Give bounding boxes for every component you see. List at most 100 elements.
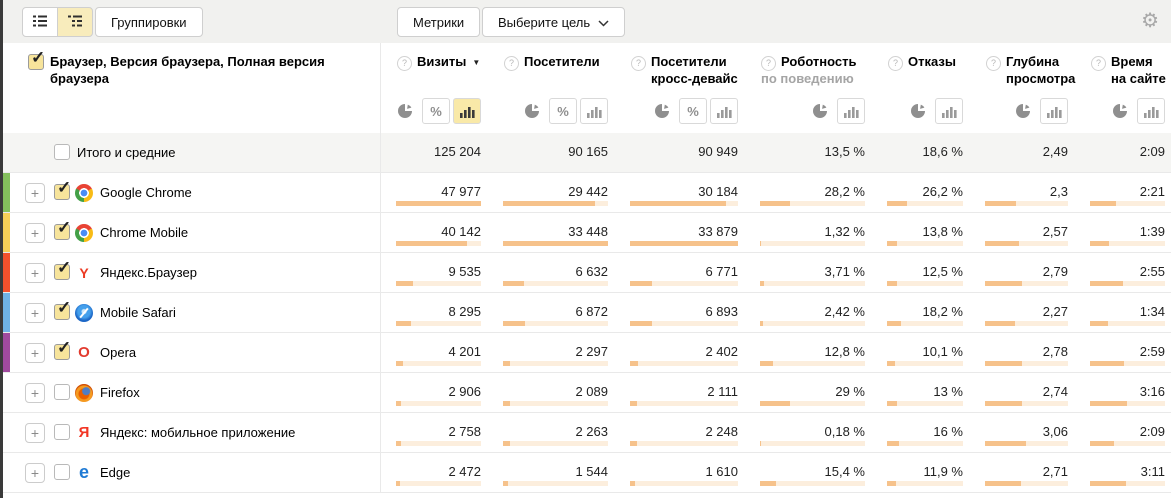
sort-desc-icon[interactable]: ▼: [472, 58, 480, 67]
cell-bar-track: [630, 481, 738, 486]
column-label-bounces[interactable]: Отказы: [908, 54, 956, 71]
cell-bar-fill: [887, 361, 895, 366]
expand-button[interactable]: +: [25, 463, 45, 483]
table-row: +OOpera4 2012 2972 40212,8 %10,1 %2,782:…: [3, 333, 1171, 373]
bar-chart-icon[interactable]: [1137, 98, 1165, 124]
cell-bar-track: [630, 281, 738, 286]
expand-button[interactable]: +: [25, 263, 45, 283]
row-checkbox[interactable]: [54, 144, 70, 160]
cell-bar-track: [887, 401, 963, 406]
cell-bar-fill: [396, 481, 400, 486]
row-checkbox[interactable]: [54, 184, 70, 200]
help-icon[interactable]: ?: [397, 56, 412, 71]
column-label-robotness[interactable]: Роботность: [781, 54, 857, 71]
bar-chart-icon[interactable]: [710, 98, 738, 124]
pie-chart-icon[interactable]: [518, 98, 546, 124]
cell-visits: 4 201: [381, 333, 488, 372]
cell-visits: 125 204: [381, 133, 488, 172]
cell-value: 47 977: [441, 184, 481, 199]
cell-visitors: 2 297: [488, 333, 615, 372]
cell-bar-fill: [396, 361, 403, 366]
cell-bar-fill: [503, 401, 510, 406]
cell-bar-track: [396, 401, 481, 406]
expand-button[interactable]: +: [25, 183, 45, 203]
cell-value: 29 %: [835, 384, 865, 399]
row-checkbox[interactable]: [54, 424, 70, 440]
goal-select-button[interactable]: Выберите цель: [482, 7, 625, 37]
row-checkbox[interactable]: [54, 464, 70, 480]
metrics-button[interactable]: Метрики: [397, 7, 480, 37]
column-label-time_on_site[interactable]: Время на сайте: [1111, 54, 1166, 88]
cell-value: 3,06: [1043, 424, 1068, 439]
pie-chart-icon[interactable]: [648, 98, 676, 124]
cell-bar-fill: [760, 241, 761, 246]
cell-bar-fill: [396, 241, 467, 246]
cell-value: 3:11: [1141, 464, 1165, 479]
percent-icon[interactable]: %: [422, 98, 450, 124]
expand-button[interactable]: +: [25, 423, 45, 443]
bar-chart-icon[interactable]: [837, 98, 865, 124]
column-label-visits[interactable]: Визиты: [417, 54, 466, 71]
pie-chart-icon[interactable]: [1106, 98, 1134, 124]
percent-icon[interactable]: %: [549, 98, 577, 124]
pie-chart-icon[interactable]: [904, 98, 932, 124]
row-checkbox[interactable]: [54, 224, 70, 240]
bar-chart-icon[interactable]: [1040, 98, 1068, 124]
column-label-cross_device[interactable]: Посетители кросс-девайс: [651, 54, 738, 88]
bar-chart-icon[interactable]: [935, 98, 963, 124]
cell-value: 2,3: [1050, 184, 1068, 199]
pie-chart-icon[interactable]: [806, 98, 834, 124]
cell-bounces: 18,6 %: [872, 133, 970, 172]
cell-visitors: 90 165: [488, 133, 615, 172]
cell-bar-fill: [1090, 441, 1114, 446]
help-icon[interactable]: ?: [888, 56, 903, 71]
row-checkbox[interactable]: [54, 344, 70, 360]
expand-button[interactable]: +: [25, 223, 45, 243]
help-icon[interactable]: ?: [761, 56, 776, 71]
cell-value: 2,74: [1043, 384, 1068, 399]
pie-chart-icon[interactable]: [1009, 98, 1037, 124]
help-icon[interactable]: ?: [631, 56, 646, 71]
dimension-checkbox[interactable]: [28, 54, 44, 70]
cell-bar-fill: [1090, 481, 1126, 486]
row-checkbox[interactable]: [54, 304, 70, 320]
cell-bar-fill: [760, 321, 763, 326]
cell-depth: 2,78: [970, 333, 1075, 372]
cell-bar-track: [760, 201, 865, 206]
settings-gear-icon[interactable]: ⚙: [1141, 10, 1159, 32]
yandex-browser-icon: Y: [75, 264, 93, 282]
cell-value: 2:55: [1140, 264, 1165, 279]
help-icon[interactable]: ?: [504, 56, 519, 71]
cell-bar-fill: [985, 201, 1016, 206]
tree-view-button[interactable]: [57, 7, 93, 37]
expand-button[interactable]: +: [25, 303, 45, 323]
row-label: Яндекс.Браузер: [100, 265, 197, 280]
cell-value: 11,9 %: [923, 464, 963, 479]
pie-chart-icon[interactable]: [391, 98, 419, 124]
view-toggle-group: [22, 7, 93, 37]
groupings-button[interactable]: Группировки: [95, 7, 203, 37]
column-label-visitors[interactable]: Посетители: [524, 54, 600, 71]
cell-value: 13,8 %: [923, 224, 963, 239]
list-view-button[interactable]: [22, 7, 58, 37]
percent-icon[interactable]: %: [679, 98, 707, 124]
column-label-depth[interactable]: Глубина просмотра: [1006, 54, 1075, 88]
expand-button[interactable]: +: [25, 343, 45, 363]
bar-chart-icon[interactable]: [453, 98, 481, 124]
cell-value: 2 472: [448, 464, 481, 479]
help-icon[interactable]: ?: [1091, 56, 1106, 71]
cell-bar-fill: [1090, 361, 1124, 366]
cell-bar-fill: [503, 481, 508, 486]
row-checkbox[interactable]: [54, 384, 70, 400]
goal-select-label: Выберите цель: [498, 15, 590, 30]
row-checkbox[interactable]: [54, 264, 70, 280]
cell-bar-track: [887, 481, 963, 486]
cell-robotness: 13,5 %: [745, 133, 872, 172]
metric-headers: ? Визиты ▼%? Посетители%? Посетители кросс-д…: [380, 43, 1171, 133]
bar-chart-icon[interactable]: [580, 98, 608, 124]
expand-button[interactable]: +: [25, 383, 45, 403]
cell-depth: 2,57: [970, 213, 1075, 252]
help-icon[interactable]: ?: [986, 56, 1001, 71]
cell-bar-fill: [1090, 241, 1109, 246]
cell-depth: 2,3: [970, 173, 1075, 212]
